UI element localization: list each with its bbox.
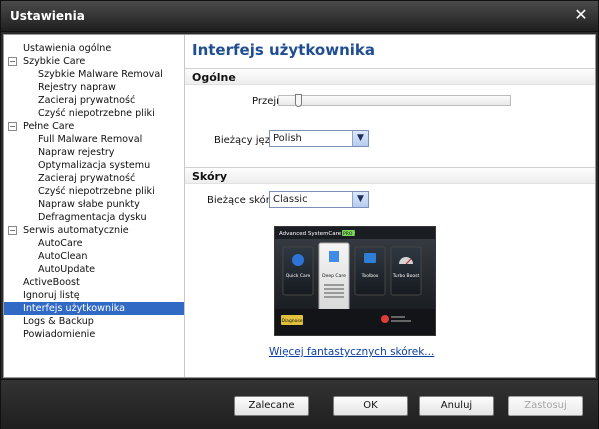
preview-app-title: Advanced SystemCare: [279, 231, 342, 237]
skin-select[interactable]: Classic ▼: [269, 191, 369, 208]
tree-item-label: Ignoruj listę: [23, 290, 80, 301]
chevron-down-icon[interactable]: ▼: [352, 192, 368, 207]
tree-item-label: AutoUpdate: [38, 264, 96, 275]
more-skins-link[interactable]: Więcej fantastycznych skórek...: [269, 346, 434, 358]
page-title: Interfejs użytkownika: [192, 41, 376, 59]
tree-item-repair-registry[interactable]: Napraw rejestry: [4, 146, 184, 159]
tree-item-auto-service[interactable]: − Serwis automatycznie: [4, 224, 184, 237]
tree-item-vulnerability-fix[interactable]: Napraw słabe punkty: [4, 198, 184, 211]
settings-content: Ustawienia ogólne − Szybkie Care Szybkie …: [3, 34, 596, 378]
transparency-slider-thumb[interactable]: [295, 94, 302, 107]
settings-window: Ustawienia ✕ Ustawienia ogólne − Szybkie …: [0, 0, 599, 429]
tree-item-label: Czyść niepotrzebne pliki: [38, 186, 155, 197]
skin-preview-image: Advanced SystemCare PRO 3 Quick Care Dee…: [274, 226, 436, 336]
skins-section-header: Skóry: [185, 167, 595, 184]
tree-item-label: Ustawienia ogólne: [23, 43, 112, 54]
tree-item-activeboost[interactable]: ActiveBoost: [4, 276, 184, 289]
tree-item-label: Defragmentacja dysku: [38, 212, 147, 223]
preview-tile-quick-care: Quick Care: [286, 273, 311, 279]
preview-tile-turbo-boost: Turbo Boost: [392, 273, 420, 279]
tree-item-label: Powiadomienie: [23, 329, 96, 340]
tree-item-label: Szybkie Malware Removal: [38, 69, 163, 80]
transparency-slider-track[interactable]: [278, 95, 511, 106]
close-icon[interactable]: ✕: [572, 6, 590, 24]
title-bar: Ustawienia ✕: [1, 1, 598, 32]
preview-tile-toolbox: Toolbox: [361, 273, 379, 279]
skin-select-value: Classic: [273, 194, 308, 205]
tree-item-full-care[interactable]: − Pełne Care: [4, 120, 184, 133]
preview-badge: PRO 3: [343, 231, 357, 237]
tree-item-label: Napraw słabe punkty: [38, 199, 140, 210]
general-section-header: Ogólne: [185, 68, 595, 85]
tree-item-label: Zacieraj prywatność: [38, 173, 136, 184]
apply-button[interactable]: Zastosuj: [508, 396, 583, 416]
skin-label: Bieżące skóry: [207, 195, 276, 206]
tree-item-general-settings[interactable]: Ustawienia ogólne: [4, 42, 184, 55]
preview-diagnose-button: Diagnose: [281, 318, 302, 324]
tree-item-label: Full Malware Removal: [38, 134, 143, 145]
tree-item-label: Serwis automatycznie: [23, 225, 129, 236]
tree-item-label: Szybkie Care: [23, 56, 86, 67]
tree-item-label: ActiveBoost: [23, 277, 80, 288]
tree-item-logs-backup[interactable]: Logs & Backup: [4, 315, 184, 328]
tree-item-disk-defrag[interactable]: Defragmentacja dysku: [4, 211, 184, 224]
collapse-icon[interactable]: −: [8, 122, 17, 131]
collapse-icon[interactable]: −: [8, 57, 17, 66]
tree-item-privacy-sweep[interactable]: Zacieraj prywatność: [4, 94, 184, 107]
window-title: Ustawienia: [10, 9, 85, 23]
tree-item-autoclean[interactable]: AutoClean: [4, 250, 184, 263]
preview-tile-deep-care: Deep Care: [322, 273, 346, 279]
footer-bar: Zalecane OK Anuluj Zastosuj: [1, 379, 598, 429]
chevron-down-icon[interactable]: ▼: [352, 131, 368, 146]
tree-item-ignore-list[interactable]: Ignoruj listę: [4, 289, 184, 302]
tree-item-quick-malware-removal[interactable]: Szybkie Malware Removal: [4, 68, 184, 81]
tree-item-privacy-sweep-full[interactable]: Zacieraj prywatność: [4, 172, 184, 185]
tree-item-notifications[interactable]: Powiadomienie: [4, 328, 184, 341]
cancel-button[interactable]: Anuluj: [419, 396, 494, 416]
tree-item-autocare[interactable]: AutoCare: [4, 237, 184, 250]
collapse-icon[interactable]: −: [8, 226, 17, 235]
tree-item-label: Czyść niepotrzebne pliki: [38, 108, 155, 119]
tree-item-full-malware-removal[interactable]: Full Malware Removal: [4, 133, 184, 146]
tree-item-label: Rejestry napraw: [38, 82, 116, 93]
ok-button[interactable]: OK: [333, 396, 408, 416]
tree-item-junk-files-full[interactable]: Czyść niepotrzebne pliki: [4, 185, 184, 198]
settings-tree-list: Ustawienia ogólne − Szybkie Care Szybkie …: [4, 42, 184, 341]
settings-tree: Ustawienia ogólne − Szybkie Care Szybkie …: [4, 35, 185, 377]
tree-item-label: Optymalizacja systemu: [38, 160, 151, 171]
tree-item-label: Zacieraj prywatność: [38, 95, 136, 106]
tree-item-label: Interfejs użytkownika: [23, 303, 126, 314]
language-select-value: Polish: [273, 133, 302, 144]
tree-item-label: Pełne Care: [23, 121, 75, 132]
skin-preview-art: Advanced SystemCare PRO 3 Quick Care Dee…: [275, 227, 435, 335]
tree-item-label: Logs & Backup: [23, 316, 94, 327]
tree-item-quick-care[interactable]: − Szybkie Care: [4, 55, 184, 68]
language-select[interactable]: Polish ▼: [269, 130, 369, 147]
tree-item-label: Napraw rejestry: [38, 147, 115, 158]
tree-item-label: AutoCare: [38, 238, 83, 249]
tree-item-autoupdate[interactable]: AutoUpdate: [4, 263, 184, 276]
tree-item-system-optimization[interactable]: Optymalizacja systemu: [4, 159, 184, 172]
tree-item-registry-repair[interactable]: Rejestry napraw: [4, 81, 184, 94]
tree-item-user-interface[interactable]: Interfejs użytkownika: [4, 302, 184, 315]
tree-item-junk-files[interactable]: Czyść niepotrzebne pliki: [4, 107, 184, 120]
defaults-button[interactable]: Zalecane: [234, 396, 309, 416]
tree-item-label: AutoClean: [38, 251, 88, 262]
settings-panel: Interfejs użytkownika Ogólne Przejrzysto…: [185, 35, 595, 377]
